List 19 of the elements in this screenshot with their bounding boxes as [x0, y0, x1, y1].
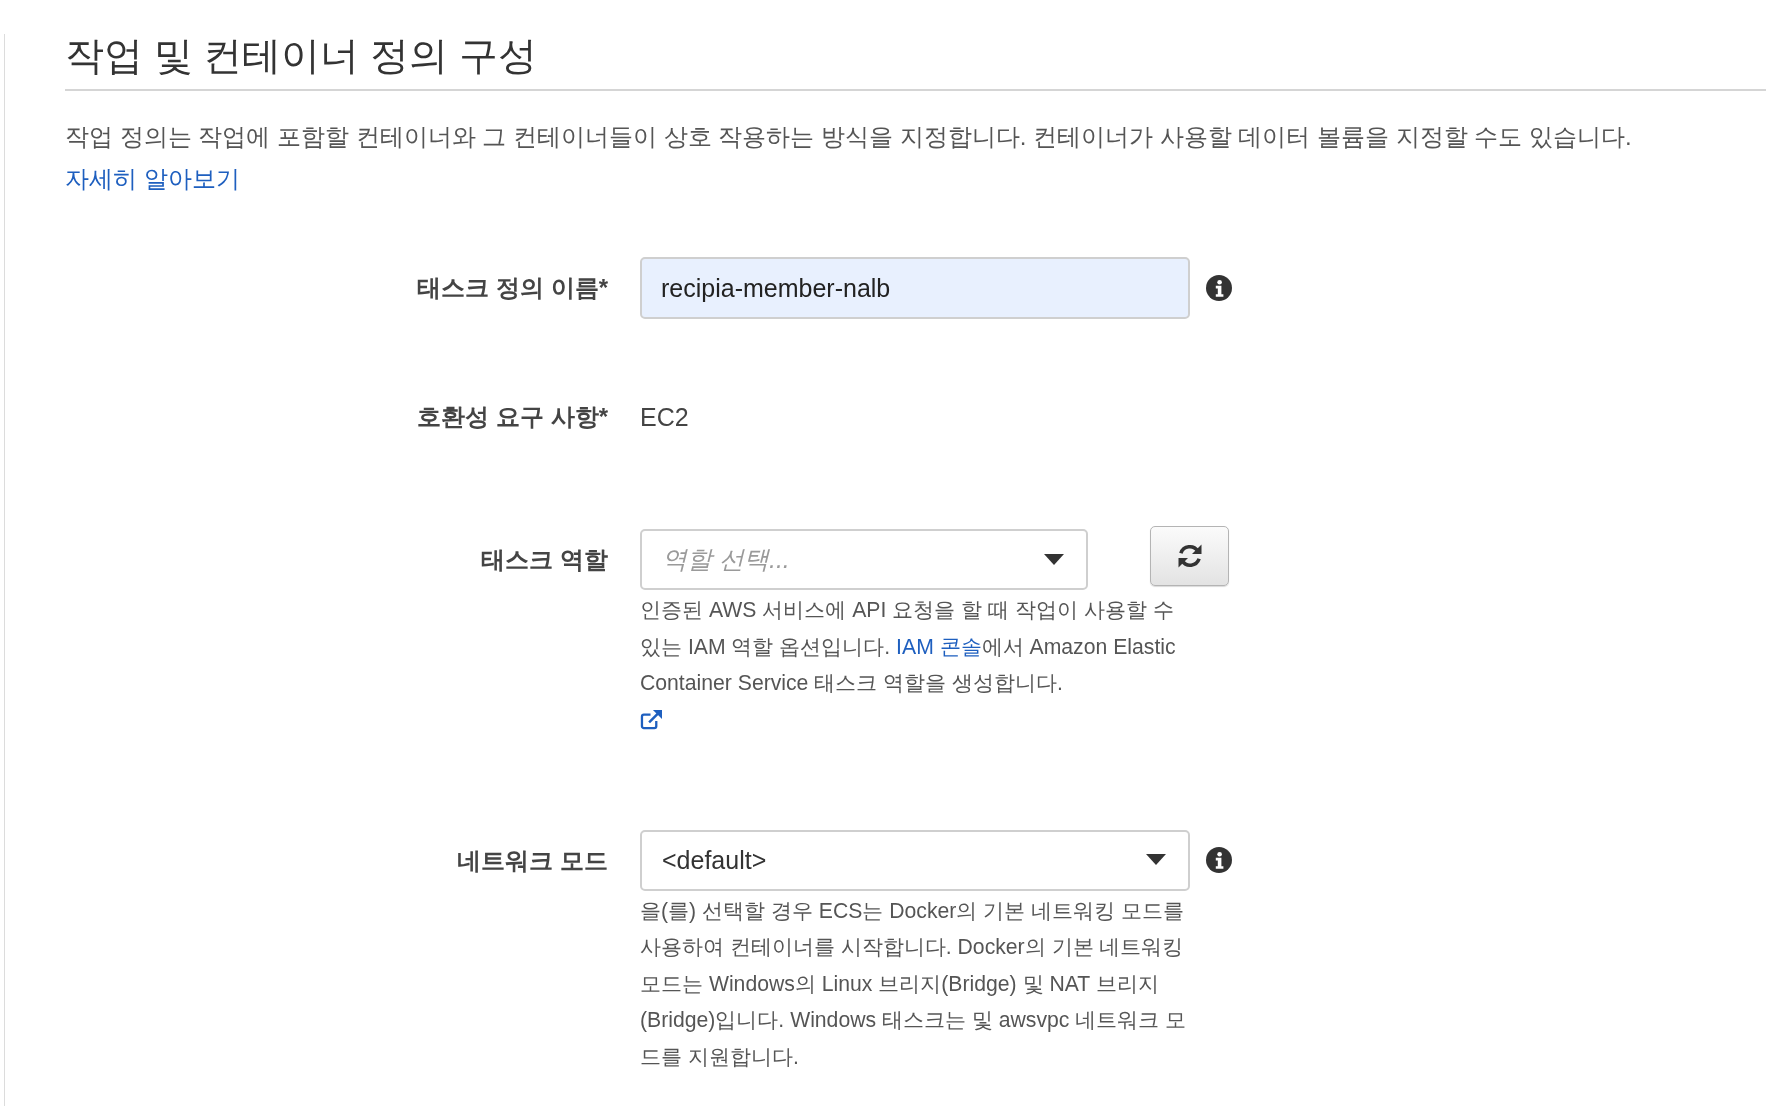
dropdown[interactable]: <default>	[640, 829, 1190, 891]
caret-icon	[1044, 553, 1064, 566]
field-value: EC2	[640, 402, 689, 433]
section-title: 작업 및 컨테이너 정의 구성	[65, 34, 1766, 91]
info-icon[interactable]	[1206, 275, 1232, 301]
text-input[interactable]: recipia-member-nalb	[640, 257, 1190, 319]
field-label: 네트워크 모드	[456, 845, 608, 876]
field-label: 호환성 요구 사항*	[416, 402, 608, 432]
field-label: 태스크 역할	[480, 545, 608, 575]
info-icon[interactable]	[1206, 847, 1232, 873]
help-text: 인증된 AWS 서비스에 API 요청을 할 때 작업이 사용할 수 있는 IAM 역할 옵션입니다. IAM 콘솔에서 Amazon Elastic Container Service 태스크 역할을 생성합니다.	[640, 597, 1177, 696]
external-link-icon[interactable]	[640, 708, 663, 730]
learn-more-link[interactable]: 자세히 알아보기	[65, 165, 240, 192]
caret-icon	[1146, 854, 1166, 866]
field-label: 태스크 정의 이름*	[416, 273, 608, 303]
refresh-button[interactable]	[1150, 526, 1229, 586]
help-link[interactable]: IAM 콘솔	[896, 634, 982, 658]
help-text: 을(를) 선택할 경우 ECS는 Docker의 기본 네트워킹 모드를 사용하여 컨테이너를 시작합니다. Docker의 기본 네트워킹 모드는 Windows의 Linux 브리지(Bridge) 및 NAT 브리지(Bridge)입니다. Windows 태스크는 및 awsvpc 네트워크 모드를 지원합니다.	[640, 897, 1188, 1070]
section-description: 작업 정의는 작업에 포함할 컨테이너와 그 컨테이너들이 상호 작용하는 방식을 지정합니다. 컨테이너가 사용할 데이터 볼륨을 지정할 수도 있습니다. 자세히 알아보기	[65, 122, 1633, 194]
